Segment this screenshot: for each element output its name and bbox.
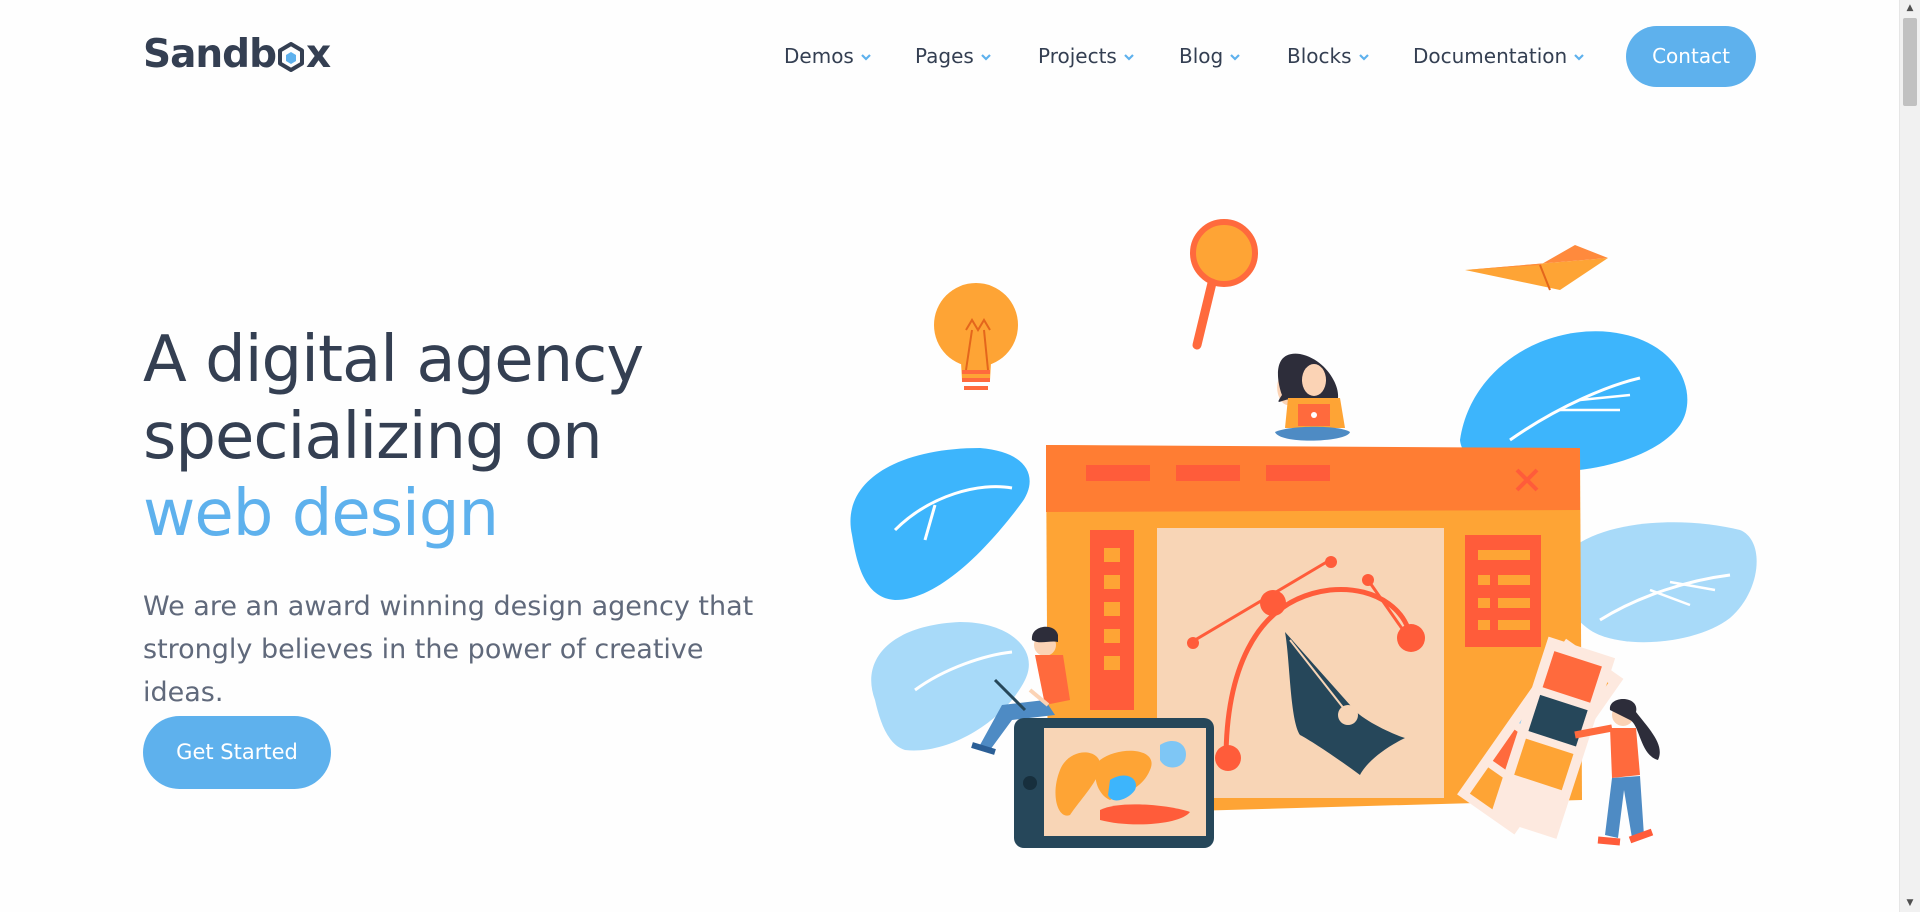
hero-title-line-1: A digital agency [143,323,644,397]
light-blue-leaf-right-icon [1556,522,1757,643]
chevron-down-icon [1574,54,1584,61]
tablet-icon [1014,718,1214,848]
blue-leaf-left-icon [850,448,1030,600]
hero-title-line-2: specializing on [143,400,603,474]
light-bulb-icon [934,283,1018,390]
nav-item-blocks[interactable]: Blocks [1287,26,1370,86]
nav-item-documentation[interactable]: Documentation [1413,26,1585,86]
person-with-laptop-icon [1275,353,1350,441]
nav-item-label: Demos [784,44,854,68]
magnifier-icon [1190,219,1258,350]
page-scrollbar[interactable]: ▲ ▼ [1899,0,1920,912]
nav-item-label: Documentation [1413,44,1568,68]
hero-illustration [850,219,1757,848]
scroll-thumb[interactable] [1903,18,1917,106]
nav-item-pages[interactable]: Pages [915,26,992,86]
hero-title-accent: web design [143,477,499,551]
chevron-down-icon [1230,54,1240,61]
get-started-button[interactable]: Get Started [143,716,331,789]
nav-item-label: Pages [915,44,974,68]
chevron-down-icon [1124,54,1134,61]
nav-item-label: Projects [1038,44,1117,68]
hero-title: A digital agency specializing on web desig… [143,322,644,553]
hero-subtitle: We are an award winning design agency th… [143,591,754,708]
light-blue-leaf-left-icon [871,622,1029,751]
chevron-down-icon [981,54,991,61]
scroll-up-arrow-icon[interactable]: ▲ [1900,0,1920,17]
chevron-down-icon [861,54,871,61]
nav-item-label: Blocks [1287,44,1352,68]
nav-item-label: Blog [1179,44,1224,68]
nav-item-demos[interactable]: Demos [784,26,872,86]
chevron-down-icon [1358,54,1369,61]
scroll-down-arrow-icon[interactable]: ▼ [1900,895,1920,912]
nav-item-projects[interactable]: Projects [1038,26,1135,86]
contact-button[interactable]: Contact [1626,26,1756,87]
paper-plane-icon [1465,245,1608,291]
nav-item-blog[interactable]: Blog [1179,26,1241,86]
